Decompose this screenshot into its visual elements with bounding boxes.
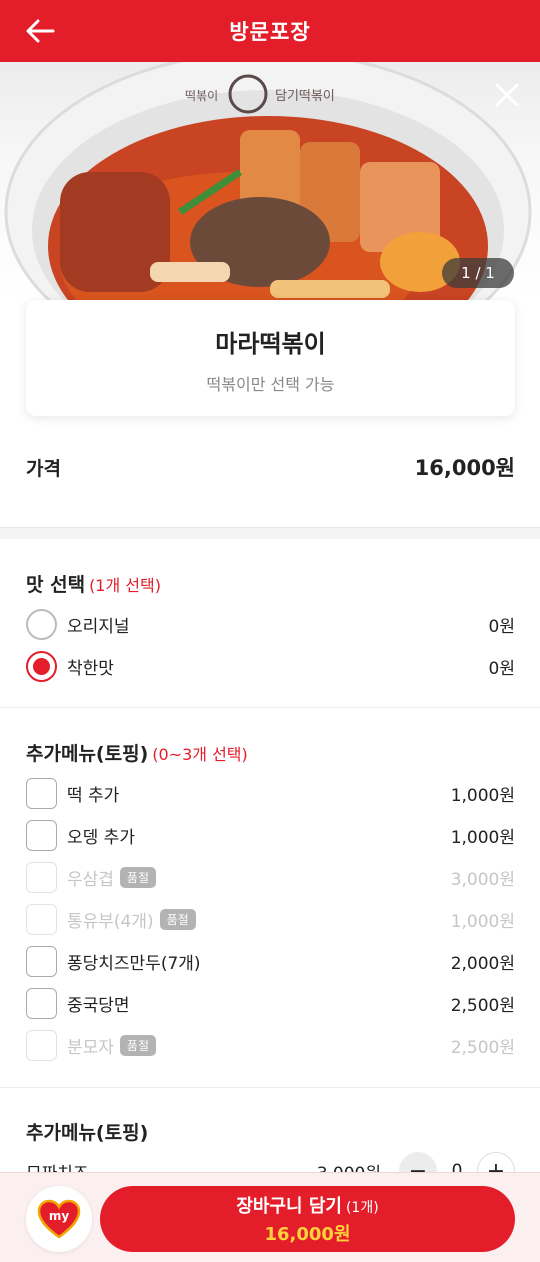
price-value: 16,000원	[414, 456, 515, 480]
cart-total: 16,000원	[264, 1224, 351, 1245]
option-label: 분모자	[67, 1037, 114, 1058]
section-divider	[0, 707, 540, 708]
checkbox[interactable]	[26, 987, 57, 1019]
topping-option[interactable]: 중국당면 2,500원	[26, 987, 515, 1019]
toppings2-section-title: 추가메뉴(토핑)	[26, 1118, 148, 1145]
price-label: 가격	[26, 457, 61, 480]
option-label: 우삼겹	[67, 869, 114, 890]
soldout-badge: 품절	[159, 908, 196, 930]
option-label: 통유부(4개)	[67, 911, 154, 932]
taste-title: 맛 선택	[26, 574, 86, 596]
radio-dot	[33, 657, 50, 675]
close-button[interactable]	[492, 80, 522, 110]
cart-button-label-line: 장바구니 담기 (1개)	[236, 1192, 378, 1218]
close-icon	[495, 83, 519, 107]
taste-option-original[interactable]: 오리지널 0원	[26, 608, 515, 640]
option-label: 퐁당치즈만두(7개)	[67, 953, 201, 974]
taste-option-mild[interactable]: 착한맛 0원	[26, 650, 515, 682]
radio-button[interactable]	[26, 608, 57, 640]
image-counter: 1 / 1	[442, 258, 514, 288]
option-label: 떡 추가	[67, 785, 120, 806]
my-button[interactable]: my	[26, 1186, 92, 1252]
topping-option[interactable]: 퐁당치즈만두(7개) 2,000원	[26, 945, 515, 977]
product-description: 떡볶이만 선택 가능	[206, 375, 335, 394]
taste-hint: (1개 선택)	[89, 576, 161, 595]
toppings2-title: 추가메뉴(토핑)	[26, 1122, 149, 1144]
section-divider	[0, 527, 540, 539]
add-to-cart-button[interactable]: 장바구니 담기 (1개) 16,000원	[100, 1186, 515, 1252]
soldout-badge: 품절	[119, 866, 157, 888]
option-label: 중국당면	[67, 995, 130, 1016]
toppings-hint: (0~3개 선택)	[152, 745, 248, 764]
option-price: 1,000원	[450, 911, 515, 932]
radio-button-selected[interactable]	[26, 650, 57, 682]
checkbox[interactable]	[26, 819, 57, 851]
checkbox[interactable]	[26, 945, 57, 977]
price-row: 가격 16,000원	[26, 452, 515, 482]
app-header: 방문포장	[0, 0, 540, 62]
checkbox[interactable]	[26, 777, 57, 809]
toppings-section-title: 추가메뉴(토핑) (0~3개 선택)	[26, 739, 248, 766]
svg-text:떡볶이: 떡볶이	[185, 89, 218, 103]
option-label: 오뎅 추가	[67, 827, 135, 848]
section-divider	[0, 1087, 540, 1088]
page-title: 방문포장	[229, 20, 311, 44]
checkbox-disabled	[26, 903, 57, 935]
svg-text:담기떡볶이: 담기떡볶이	[275, 89, 335, 104]
option-price: 2,500원	[450, 995, 515, 1016]
cart-count: (1개)	[345, 1200, 379, 1216]
option-price: 1,000원	[450, 827, 515, 848]
checkbox-disabled	[26, 861, 57, 893]
product-info-card: 마라떡볶이 떡볶이만 선택 가능	[26, 300, 515, 416]
heart-icon: my	[37, 1199, 81, 1239]
product-name: 마라떡볶이	[215, 330, 326, 358]
arrow-left-icon	[26, 19, 55, 43]
option-price: 0원	[488, 658, 515, 679]
taste-section-title: 맛 선택 (1개 선택)	[26, 570, 161, 597]
option-price: 2,500원	[450, 1037, 515, 1058]
product-image[interactable]: 떡볶이 담기떡볶이 1 / 1	[0, 62, 540, 300]
soldout-badge: 품절	[119, 1034, 157, 1056]
cart-label: 장바구니 담기	[236, 1196, 342, 1217]
option-label: 오리지널	[67, 616, 130, 637]
option-price: 3,000원	[450, 869, 515, 890]
option-price: 1,000원	[450, 785, 515, 806]
my-label: my	[49, 1209, 70, 1223]
option-price: 2,000원	[450, 953, 515, 974]
topping-option[interactable]: 떡 추가 1,000원	[26, 777, 515, 809]
topping-option-soldout: 통유부(4개) 품절 1,000원	[26, 903, 515, 935]
topping-option-soldout: 우삼겹 품절 3,000원	[26, 861, 515, 893]
option-label: 착한맛	[67, 658, 114, 679]
toppings-title: 추가메뉴(토핑)	[26, 743, 149, 765]
back-button[interactable]	[22, 13, 58, 49]
checkbox-disabled	[26, 1029, 57, 1061]
option-price: 0원	[488, 616, 515, 637]
topping-option-soldout: 분모자 품절 2,500원	[26, 1029, 515, 1061]
bottom-action-bar: my 장바구니 담기 (1개) 16,000원	[0, 1172, 540, 1262]
topping-option[interactable]: 오뎅 추가 1,000원	[26, 819, 515, 851]
